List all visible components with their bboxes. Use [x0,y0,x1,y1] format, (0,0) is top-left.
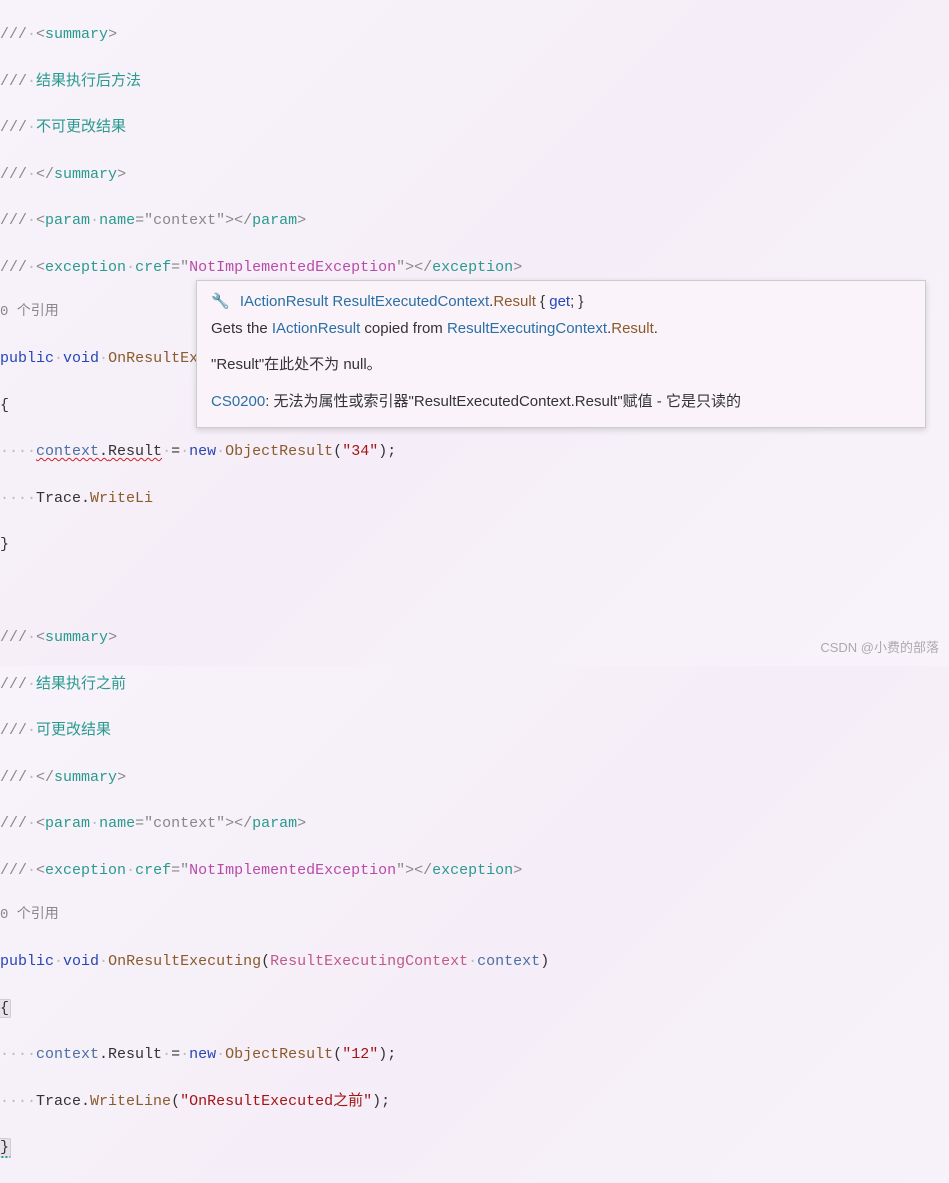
watermark: CSDN @小费的部落 [820,638,939,658]
tooltip-signature: 🔧 IActionResult ResultExecutedContext.Re… [211,291,911,314]
intellisense-tooltip: 🔧 IActionResult ResultExecutedContext.Re… [196,280,926,428]
code-line: ///·结果执行之前 [0,673,949,696]
code-line: { [0,997,949,1020]
code-line: ///·结果执行后方法 [0,70,949,93]
code-line: ····context.Result·=·new·ObjectResult("1… [0,1043,949,1066]
code-line: } [0,533,949,556]
code-line: ///·可更改结果 [0,719,949,742]
wrench-icon: 🔧 [211,291,230,314]
codelens[interactable]: 0 个引用 [0,905,949,927]
code-line: ····Trace.WriteLine("OnResultExecuted之前"… [0,1090,949,1113]
hover-target[interactable]: Result [108,443,162,460]
code-line: ///·不可更改结果 [0,116,949,139]
code-line: ///·<summary> [0,23,949,46]
code-line: ····Trace.WriteLi [0,487,949,510]
tooltip-description: Gets the IActionResult copied from Resul… [211,318,911,341]
code-line: ///·<exception·cref="NotImplementedExcep… [0,256,949,279]
code-line [0,580,949,603]
code-line: } [0,1136,949,1159]
code-line: ····context.Result·=·new·ObjectResult("3… [0,440,949,463]
code-line: ///·<param·name="context"></param> [0,812,949,835]
code-line: ///·<exception·cref="NotImplementedExcep… [0,859,949,882]
code-editor[interactable]: ///·<summary> ///·结果执行后方法 ///·不可更改结果 ///… [0,0,949,1183]
code-line: ///·<param·name="context"></param> [0,209,949,232]
code-line: ///·</summary> [0,163,949,186]
code-line: ///·<summary> [0,626,949,649]
code-line: public·void·OnResultExecuting(ResultExec… [0,950,949,973]
code-line: ///·</summary> [0,766,949,789]
tooltip-error: CS0200: 无法为属性或索引器"ResultExecutedContext.… [211,391,911,414]
tooltip-null-state: "Result"在此处不为 null。 [211,354,911,377]
